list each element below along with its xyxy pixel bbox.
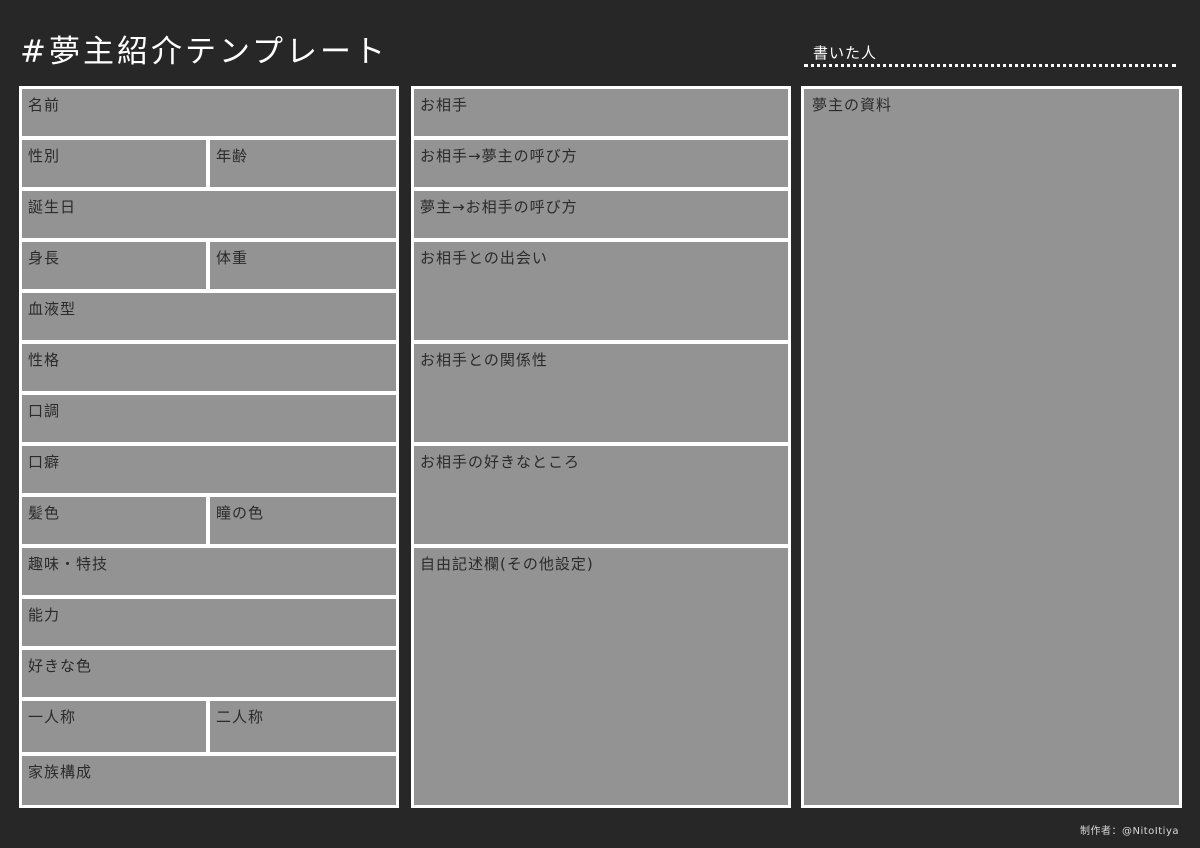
favorite-color-label: 好きな色 [28, 657, 93, 675]
personality-field[interactable]: 性格 [22, 344, 396, 391]
habit-field[interactable]: 口癖 [22, 446, 396, 493]
first-person-label: 一人称 [28, 708, 77, 726]
family-field[interactable]: 家族構成 [22, 756, 396, 805]
meeting-label: お相手との出会い [420, 249, 548, 267]
name-field[interactable]: 名前 [22, 89, 396, 136]
birthday-label: 誕生日 [28, 198, 77, 216]
speech-label: 口調 [28, 402, 61, 420]
free-description-label: 自由記述欄(その他設定) [420, 555, 594, 573]
credit-text: 制作者：@NitoItiya [1080, 826, 1179, 837]
author-label: 書いた人 [813, 44, 878, 62]
family-label: 家族構成 [28, 763, 93, 781]
likes-field[interactable]: お相手の好きなところ [414, 446, 788, 544]
second-person-label: 二人称 [216, 708, 265, 726]
yume-to-partner-field[interactable]: 夢主→お相手の呼び方 [414, 191, 788, 238]
blood-type-label: 血液型 [28, 300, 77, 318]
age-label: 年齢 [216, 147, 249, 165]
yume-to-partner-label: 夢主→お相手の呼び方 [420, 198, 578, 216]
partner-label: お相手 [420, 96, 469, 114]
eye-color-label: 瞳の色 [216, 504, 265, 522]
hobby-label: 趣味・特技 [28, 555, 109, 573]
materials-column: 夢主の資料 [801, 86, 1182, 808]
gender-field[interactable]: 性別 [22, 140, 206, 187]
partner-field[interactable]: お相手 [414, 89, 788, 136]
first-person-field[interactable]: 一人称 [22, 701, 206, 752]
hair-color-label: 髪色 [28, 504, 61, 522]
weight-field[interactable]: 体重 [210, 242, 396, 289]
meeting-field[interactable]: お相手との出会い [414, 242, 788, 340]
profile-column: 名前 性別 年齢 誕生日 身長 体重 血液型 性格 口調 口癖 髪色 瞳の色 趣… [19, 86, 399, 808]
height-label: 身長 [28, 249, 61, 267]
ability-field[interactable]: 能力 [22, 599, 396, 646]
favorite-color-field[interactable]: 好きな色 [22, 650, 396, 697]
likes-label: お相手の好きなところ [420, 453, 581, 471]
author-field[interactable]: 書いた人 [804, 38, 1176, 67]
relationship-field[interactable]: お相手との関係性 [414, 344, 788, 442]
partner-column: お相手 お相手→夢主の呼び方 夢主→お相手の呼び方 お相手との出会い お相手との… [411, 86, 791, 808]
ability-label: 能力 [28, 606, 61, 624]
eye-color-field[interactable]: 瞳の色 [210, 497, 396, 544]
free-description-field[interactable]: 自由記述欄(その他設定) [414, 548, 788, 805]
materials-label: 夢主の資料 [812, 96, 893, 114]
age-field[interactable]: 年齢 [210, 140, 396, 187]
template-title: #夢主紹介テンプレート [20, 34, 389, 70]
second-person-field[interactable]: 二人称 [210, 701, 396, 752]
habit-label: 口癖 [28, 453, 61, 471]
relationship-label: お相手との関係性 [420, 351, 548, 369]
partner-to-yume-label: お相手→夢主の呼び方 [420, 147, 578, 165]
personality-label: 性格 [28, 351, 61, 369]
hobby-field[interactable]: 趣味・特技 [22, 548, 396, 595]
birthday-field[interactable]: 誕生日 [22, 191, 396, 238]
speech-field[interactable]: 口調 [22, 395, 396, 442]
weight-label: 体重 [216, 249, 249, 267]
hair-color-field[interactable]: 髪色 [22, 497, 206, 544]
name-label: 名前 [28, 96, 61, 114]
partner-to-yume-field[interactable]: お相手→夢主の呼び方 [414, 140, 788, 187]
materials-field[interactable]: 夢主の資料 [804, 89, 1179, 805]
gender-label: 性別 [28, 147, 61, 165]
blood-type-field[interactable]: 血液型 [22, 293, 396, 340]
height-field[interactable]: 身長 [22, 242, 206, 289]
